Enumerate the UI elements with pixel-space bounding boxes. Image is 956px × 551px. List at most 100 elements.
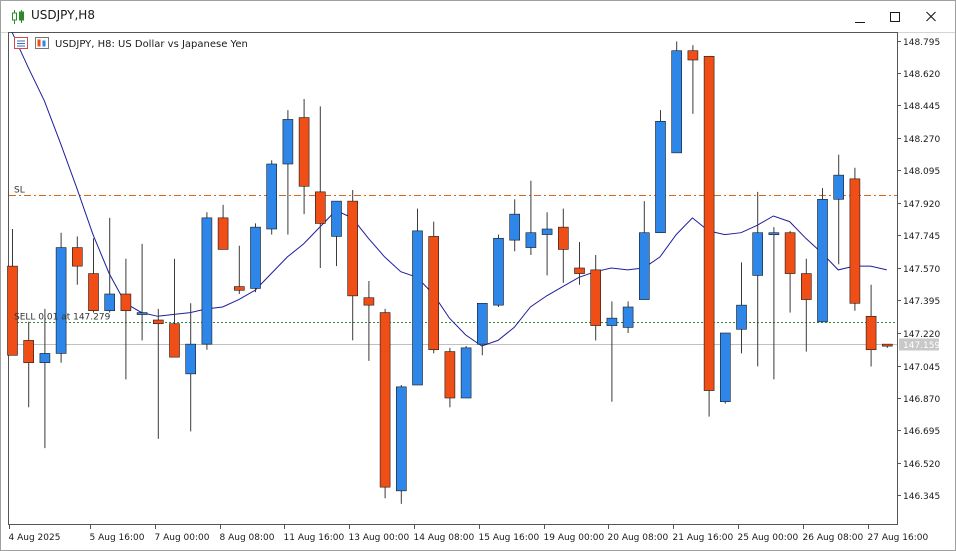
- candle-body: [428, 236, 440, 351]
- candle: [201, 212, 213, 350]
- candle-body: [169, 323, 180, 358]
- price-tick-label: 148.095: [903, 167, 940, 177]
- candle: [395, 385, 407, 504]
- price-tick-label: 148.270: [903, 135, 940, 145]
- candle-body: [784, 232, 796, 274]
- candle-body: [55, 247, 67, 354]
- candle-body: [153, 319, 164, 325]
- time-tick-label: 5 Aug 16:00: [90, 533, 145, 543]
- candle-body: [655, 120, 666, 234]
- time-tick-label: 7 Aug 00:00: [155, 533, 210, 543]
- candle-body: [606, 317, 618, 326]
- candle: [719, 332, 731, 404]
- candle: [428, 221, 440, 354]
- candle-body: [768, 232, 780, 236]
- candle: [671, 41, 683, 154]
- chart-properties-icon[interactable]: [35, 37, 49, 49]
- time-tick-label: 14 Aug 08:00: [414, 533, 475, 543]
- chart-window: USDJPY,H8 148.795 148.620 148.445 148.270 14…: [0, 0, 956, 551]
- candle-body: [314, 191, 326, 224]
- time-tick-label: 20 Aug 08:00: [608, 533, 669, 543]
- candle: [817, 188, 828, 323]
- time-tick-label: 19 Aug 00:00: [544, 533, 605, 543]
- candle-body: [39, 353, 51, 364]
- time-tick-label: 11 Aug 16:00: [284, 533, 345, 543]
- price-tick-label: 147.920: [903, 200, 940, 210]
- level-label-trade: SELL 0.01 at 147.279: [14, 313, 111, 323]
- candle: [266, 160, 278, 235]
- candle-body: [266, 163, 278, 230]
- candle-body: [201, 217, 213, 345]
- candle-body: [638, 232, 650, 300]
- time-axis: 4 Aug 2025 5 Aug 16:00 7 Aug 00:00 8 Aug 08…: [9, 524, 929, 543]
- candle-body: [379, 312, 391, 488]
- candle-body: [331, 200, 342, 237]
- candle-body: [736, 304, 747, 330]
- candle-body: [541, 228, 553, 235]
- candle-body: [476, 302, 488, 345]
- candle: [379, 308, 391, 499]
- candle-body: [622, 306, 634, 328]
- candle: [703, 55, 715, 417]
- candle: [493, 234, 504, 307]
- candle-body: [525, 232, 537, 248]
- price-tick-label: 147.745: [903, 232, 940, 242]
- candle: [55, 232, 67, 363]
- bid-price-tag: 147.159: [903, 341, 940, 351]
- level-label-SL: SL: [14, 186, 25, 196]
- candle-body: [687, 50, 699, 61]
- candle-body: [104, 293, 115, 312]
- candle: [849, 167, 861, 311]
- price-tick-label: 146.345: [903, 492, 940, 502]
- candle-body: [250, 226, 261, 289]
- price-tick-label: 146.870: [903, 395, 940, 405]
- price-chart[interactable]: 148.795 148.620 148.445 148.270 148.095 147.9…: [1, 1, 955, 550]
- price-tick-label: 146.695: [903, 427, 940, 437]
- candle-body: [347, 200, 359, 297]
- candle: [655, 110, 666, 234]
- candle-body: [509, 213, 521, 241]
- candle-body: [185, 343, 196, 375]
- candle-body: [120, 293, 132, 312]
- candle: [460, 346, 472, 399]
- candle-body: [703, 55, 715, 391]
- time-tick-label: 15 Aug 16:00: [479, 533, 540, 543]
- candle-body: [88, 273, 99, 312]
- candle: [250, 223, 261, 293]
- price-tick-label: 147.395: [903, 297, 940, 307]
- price-tick-label: 148.795: [903, 38, 940, 48]
- candle-body: [881, 343, 893, 347]
- price-tick-label: 147.045: [903, 363, 940, 373]
- candle-body: [136, 312, 148, 315]
- time-tick-label: 27 Aug 16:00: [868, 533, 929, 543]
- time-tick-label: 26 Aug 08:00: [803, 533, 864, 543]
- candle-body: [460, 347, 472, 399]
- candle-body: [849, 178, 861, 304]
- candle-body: [363, 297, 375, 306]
- candle-body: [671, 50, 683, 154]
- price-tick-label: 148.445: [903, 102, 940, 112]
- one-click-trading-icon[interactable]: [14, 37, 28, 49]
- candle-body: [590, 269, 602, 326]
- candle-body: [412, 230, 423, 386]
- price-axis: 148.795 148.620 148.445 148.270 148.095 147.9…: [897, 38, 940, 502]
- candle-body: [72, 247, 83, 267]
- candle: [412, 208, 423, 386]
- candle-body: [7, 265, 18, 356]
- candle-body: [800, 273, 812, 300]
- candle-body: [752, 232, 764, 276]
- candle-body: [557, 226, 569, 250]
- price-tick-label: 147.570: [903, 265, 940, 275]
- time-tick-label: 8 Aug 08:00: [220, 533, 275, 543]
- candle-body: [234, 286, 245, 291]
- candle-body: [395, 386, 407, 492]
- price-tick-label: 146.520: [903, 460, 940, 470]
- time-tick-label: 4 Aug 2025: [9, 533, 61, 543]
- candle-body: [23, 340, 35, 364]
- candle-body: [833, 174, 845, 200]
- candle-body: [817, 198, 828, 323]
- candle-body: [282, 119, 294, 165]
- candle-body: [865, 315, 877, 351]
- candle-body: [719, 332, 731, 403]
- candle-body: [574, 267, 585, 274]
